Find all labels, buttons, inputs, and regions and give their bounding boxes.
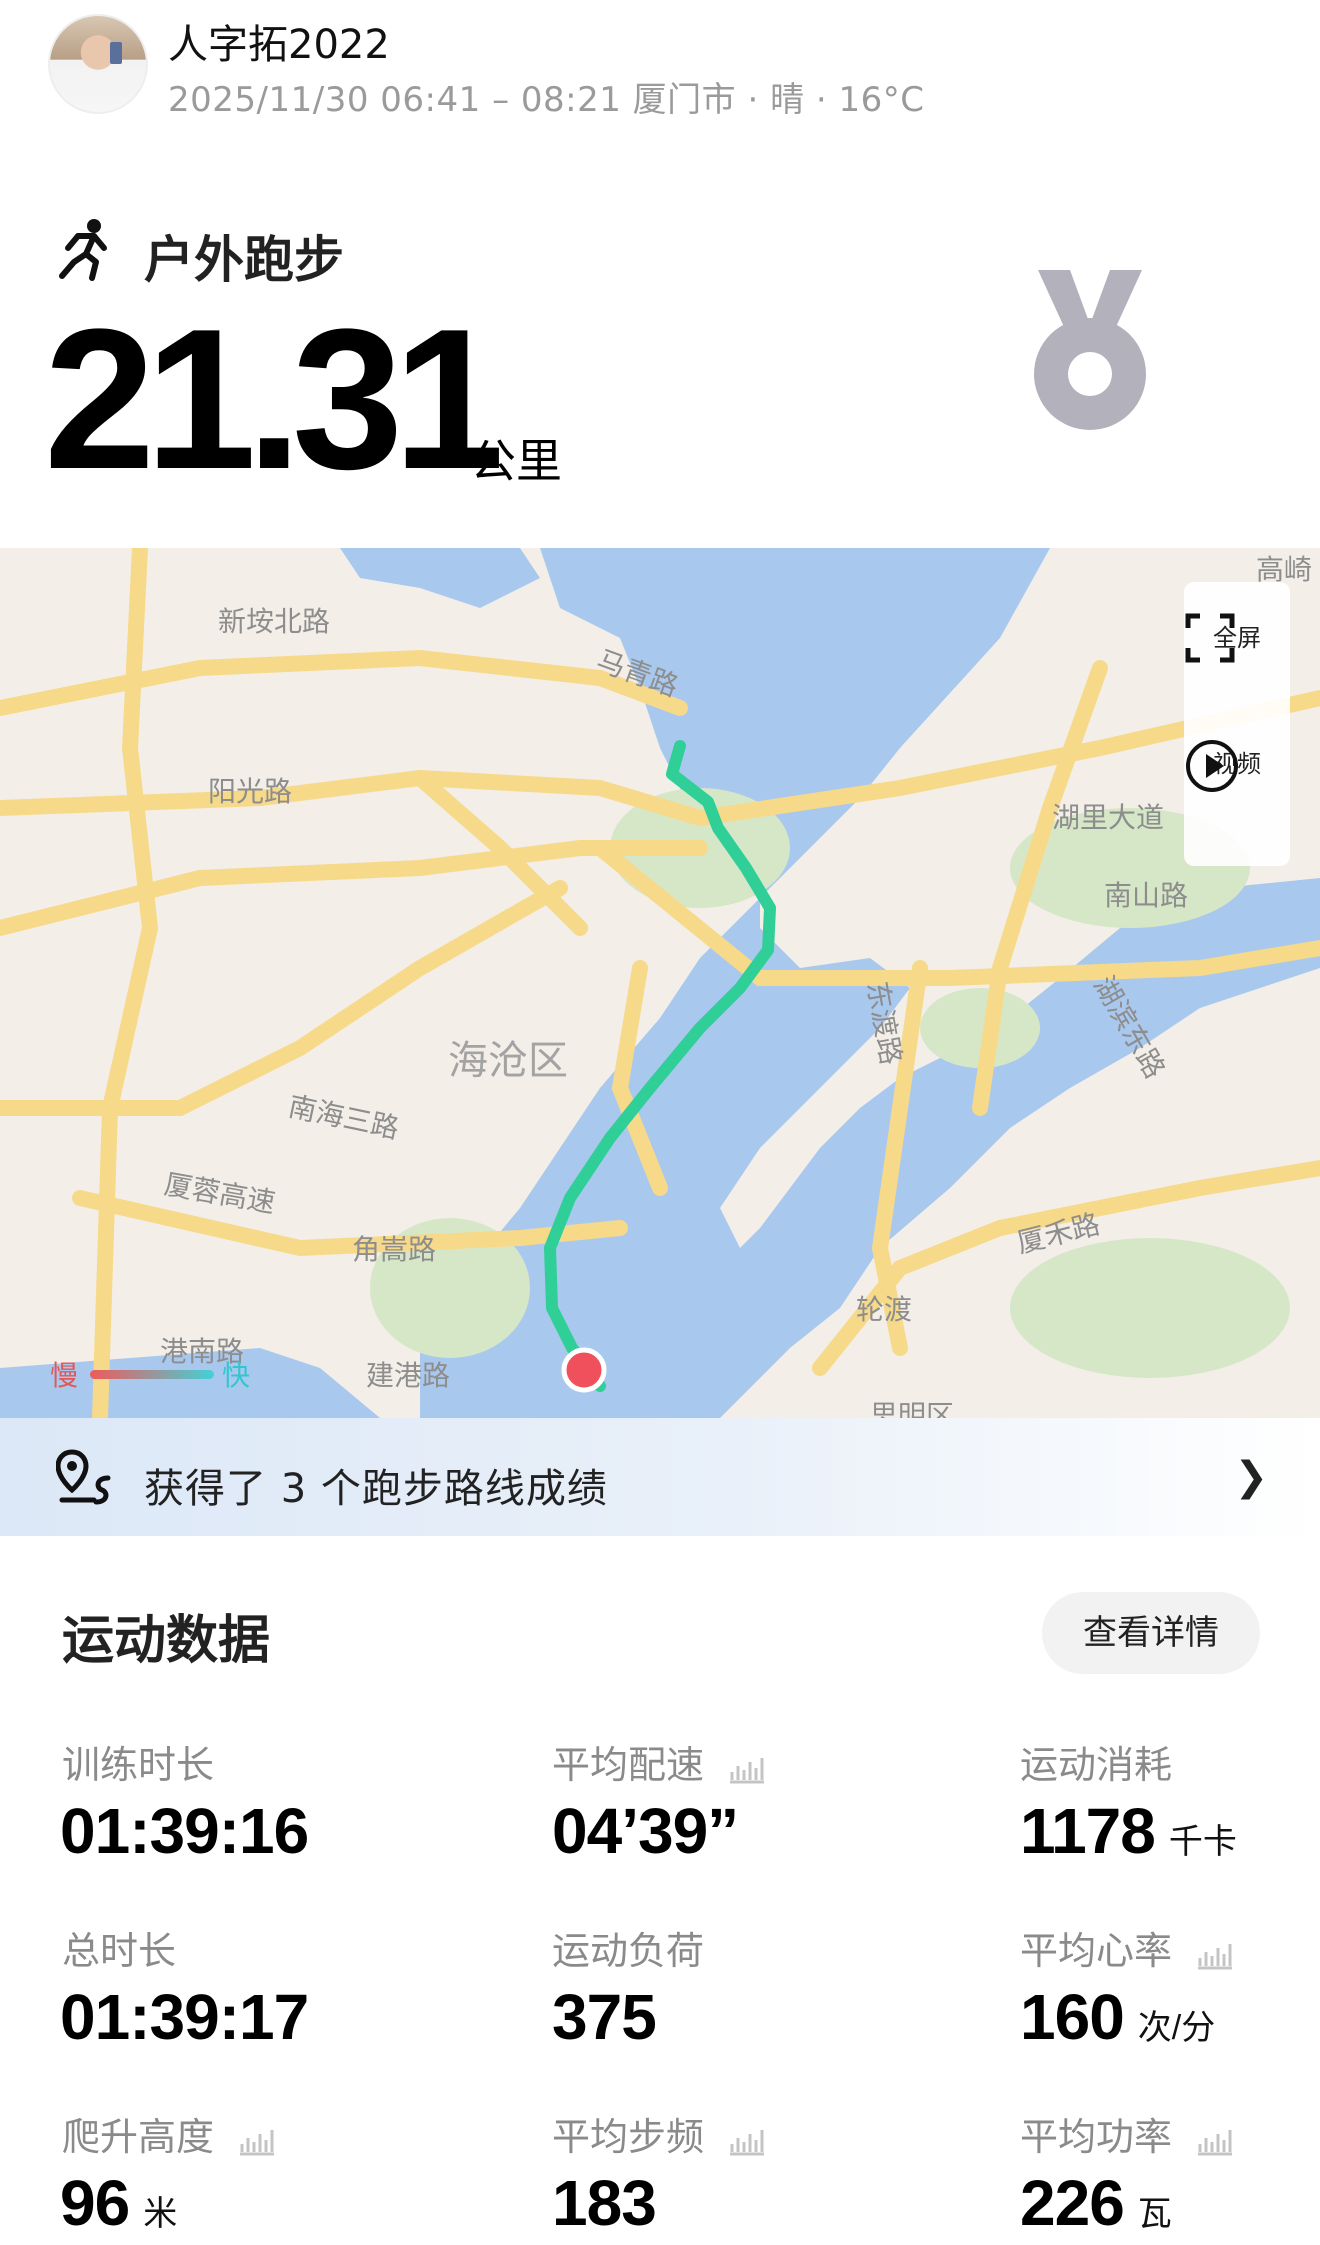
chart-icon [240, 2129, 275, 2155]
map-label-road: 阳光路 [208, 775, 293, 808]
stat-unit: 瓦 [1137, 2195, 1172, 2233]
route-achievements-text: 获得了 3 个跑步路线成绩 [144, 1466, 608, 1512]
stat-unit: 次/分 [1137, 2009, 1216, 2047]
stat-label: 爬升高度 [62, 2115, 215, 2159]
stat-label: 平均功率 [1020, 2115, 1173, 2159]
activity-meta: 2025/11/30 06:41 – 08:21 厦门市 · 晴 · 16°C [168, 80, 925, 120]
route-pin-icon [56, 1449, 111, 1505]
map-label-road: 湖里大道 [1052, 801, 1165, 834]
stat-unit: 米 [143, 2195, 178, 2233]
map-label-road: 角嵩路 [352, 1233, 437, 1266]
user-name[interactable]: 人字拓2022 [168, 12, 390, 70]
route-achievements-banner[interactable]: 获得了 3 个跑步路线成绩 ❯ [0, 1418, 1320, 1536]
distance-value: 21.31 [44, 288, 504, 511]
power-stat[interactable]: 平均功率 [1020, 2106, 1234, 2161]
stat-value: 01:39:16 [60, 1795, 309, 1867]
chevron-right-icon: ❯ [1234, 1454, 1268, 1500]
stat-label: 运动负荷 [552, 1929, 705, 1973]
distance-unit: 公里 [470, 434, 562, 488]
pace-stat[interactable]: 平均配速 [552, 1734, 766, 1789]
stat-value: 183 [552, 2167, 657, 2239]
avatar[interactable] [48, 14, 148, 114]
stat-label: 训练时长 [62, 1743, 215, 1787]
stat-label: 总时长 [62, 1929, 177, 1973]
legend-fast: 快 [222, 1359, 251, 1392]
map-label-district: 思明区 [870, 1399, 955, 1418]
stat-label: 平均心率 [1020, 1929, 1173, 1973]
stat-value: 04’39” [552, 1795, 739, 1867]
chart-icon [1198, 1943, 1233, 1969]
chart-icon [730, 2129, 765, 2155]
stat-label: 平均步频 [552, 2115, 705, 2159]
stat-label: 平均配速 [552, 1743, 705, 1787]
section-title: 运动数据 [62, 1611, 271, 1671]
activity-type: 户外跑步 [144, 231, 344, 289]
medal-icon[interactable] [1030, 270, 1150, 440]
chart-icon [730, 1757, 765, 1783]
map-label-road: 南山路 [1104, 879, 1189, 912]
stat-value: 1178 千卡 [1020, 1795, 1237, 1867]
stat-value: 160 次/分 [1020, 1981, 1216, 2053]
stat-value: 226 瓦 [1020, 2167, 1172, 2239]
cadence-stat[interactable]: 平均步频 [552, 2106, 766, 2161]
route-map[interactable]: 新垵北路 马青路 阳光路 湖里大道 南山路 东渡路 湖滨东路 海沧区 南海三路 … [0, 548, 1320, 1418]
heart-rate-stat[interactable]: 平均心率 [1020, 1920, 1234, 1975]
map-label-district: 海沧区 [448, 1038, 568, 1084]
stat-value: 01:39:17 [60, 1981, 309, 2053]
stat-value: 96 米 [60, 2167, 178, 2239]
running-icon [59, 219, 107, 281]
legend-slow: 慢 [50, 1359, 79, 1392]
play-icon [1186, 740, 1238, 792]
map-label-road: 新垵北路 [218, 605, 331, 638]
stat-label: 运动消耗 [1020, 1743, 1173, 1787]
fullscreen-icon [1185, 613, 1235, 663]
video-button[interactable]: 视频 [1184, 738, 1290, 792]
view-details-button[interactable]: 查看详情 [1042, 1592, 1260, 1674]
map-tools: 全屏 视频 [1184, 582, 1290, 866]
fullscreen-button[interactable]: 全屏 [1184, 612, 1290, 663]
map-label-place: 轮渡 [856, 1293, 913, 1326]
chart-icon [1198, 2129, 1233, 2155]
map-label-road: 建港路 [366, 1359, 451, 1392]
stat-value: 375 [552, 1981, 657, 2053]
stat-unit: 千卡 [1168, 1823, 1237, 1861]
legend-gradient [90, 1370, 214, 1379]
climb-stat[interactable]: 爬升高度 [62, 2106, 276, 2161]
